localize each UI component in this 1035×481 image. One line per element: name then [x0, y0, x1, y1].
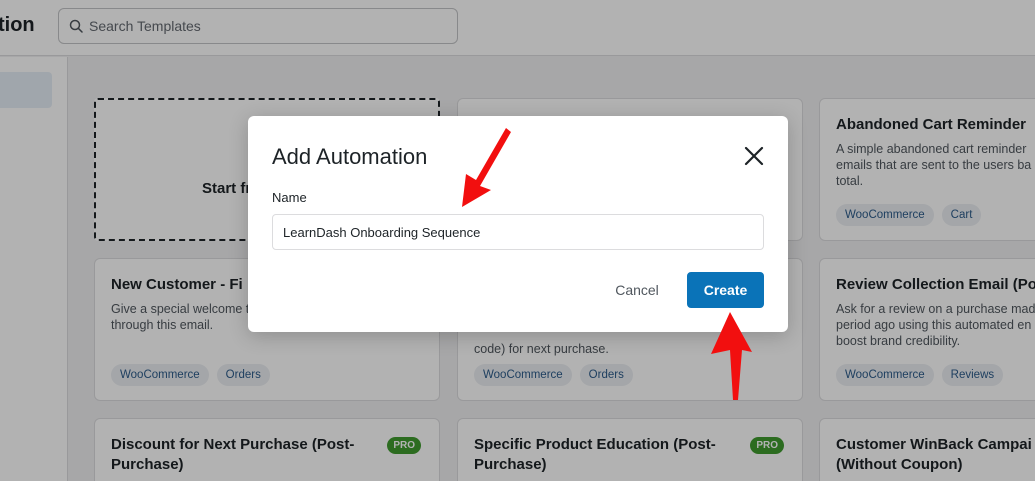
- close-icon: [744, 146, 764, 166]
- add-automation-dialog: Add Automation Name Cancel Create: [248, 116, 788, 332]
- create-button[interactable]: Create: [687, 272, 764, 308]
- dialog-title: Add Automation: [272, 144, 428, 169]
- name-label: Name: [272, 190, 307, 205]
- name-input[interactable]: [272, 214, 764, 250]
- close-button[interactable]: [742, 144, 766, 168]
- cancel-button[interactable]: Cancel: [602, 272, 672, 308]
